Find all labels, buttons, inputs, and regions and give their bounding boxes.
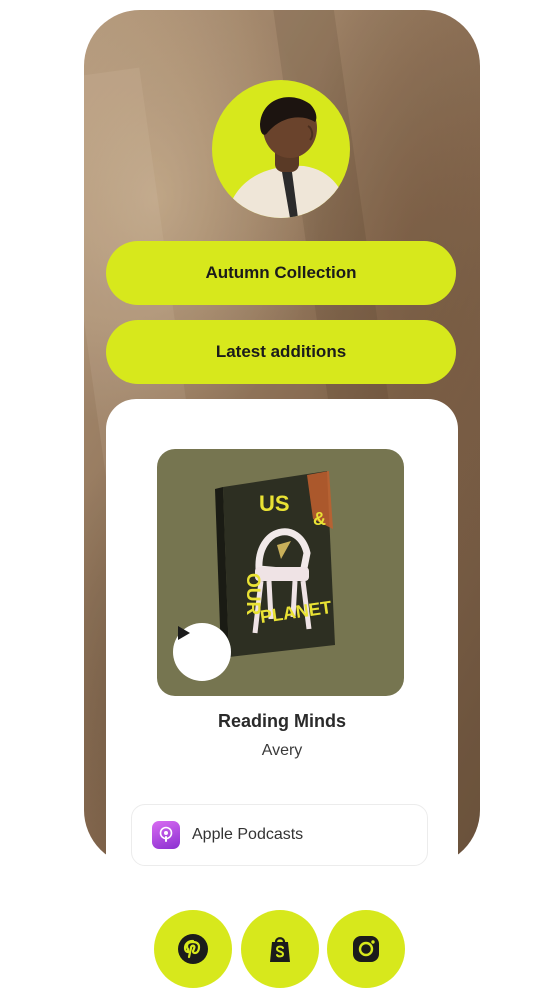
pinterest-button[interactable] <box>154 910 232 988</box>
shopify-icon <box>270 937 290 962</box>
play-button[interactable] <box>173 623 231 681</box>
play-icon <box>178 626 190 640</box>
track-artist: Avery <box>261 742 303 759</box>
instagram-button[interactable] <box>327 910 405 988</box>
album-cover: US & OUR PLANET <box>157 449 404 696</box>
cover-word-and: & <box>313 509 326 529</box>
track-title: Reading Minds <box>217 711 346 731</box>
link-button-autumn-collection[interactable]: Autumn Collection <box>106 241 456 305</box>
apple-podcasts-icon <box>152 821 180 849</box>
apple-podcasts-link[interactable]: Apple Podcasts <box>131 804 428 866</box>
cover-word-us: US <box>259 491 290 516</box>
media-card: US & OUR PLANET Reading Minds Avery Appl… <box>106 399 458 899</box>
shopify-button[interactable] <box>241 910 319 988</box>
profile-photo <box>226 97 350 218</box>
link-button-latest-additions[interactable]: Latest additions <box>106 320 456 384</box>
pinterest-icon <box>178 934 208 964</box>
provider-label: Apple Podcasts <box>192 826 304 843</box>
avatar <box>212 80 350 218</box>
instagram-icon <box>353 936 379 962</box>
